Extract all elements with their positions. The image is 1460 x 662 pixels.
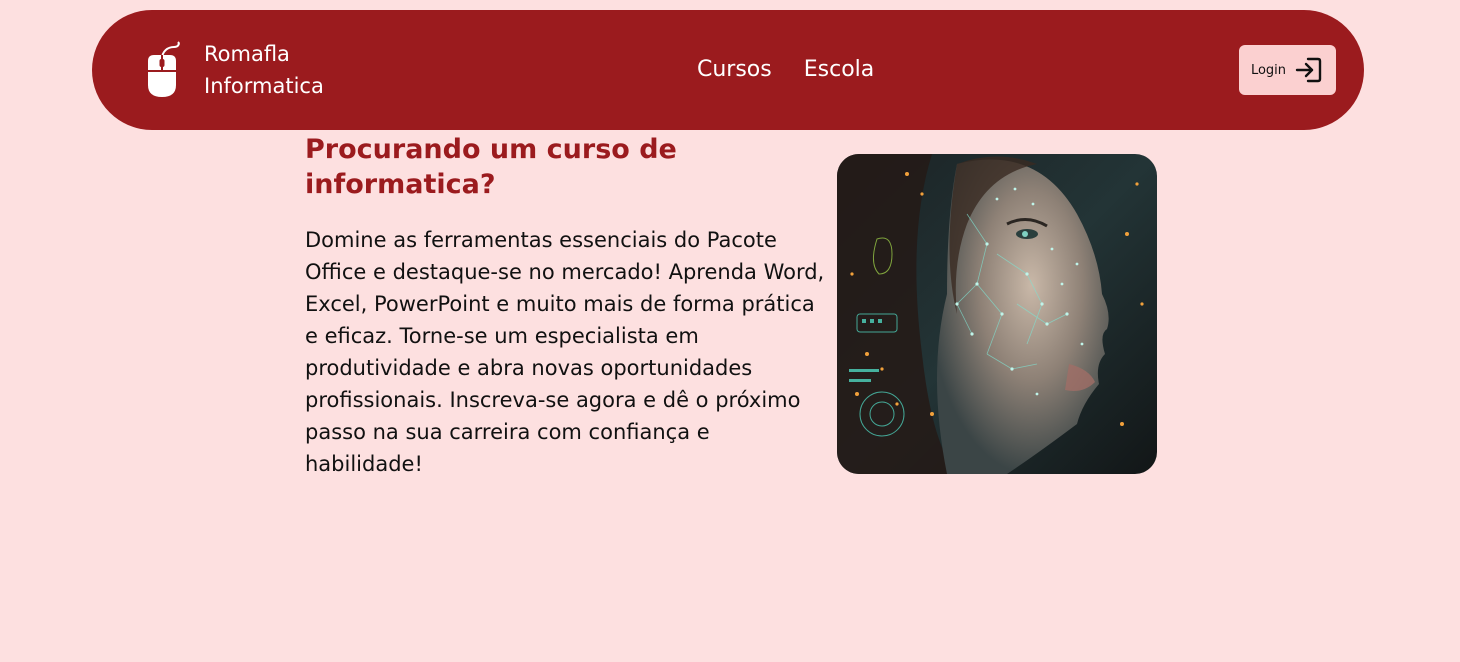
- login-button[interactable]: Login: [1239, 45, 1336, 95]
- computer-mouse-icon: [148, 41, 180, 97]
- login-label: Login: [1250, 62, 1287, 78]
- hero-image: [837, 154, 1157, 474]
- login-arrow-icon: [1295, 57, 1322, 83]
- main-nav: Cursos Escola: [697, 55, 874, 85]
- hero-title: Procurando um curso de informatica?: [305, 134, 677, 200]
- digital-face-illustration: [837, 154, 1157, 474]
- navbar: Romafla Informatica Cursos Escola Login: [92, 10, 1364, 130]
- brand-name: Romafla Informatica: [204, 42, 324, 98]
- nav-link-escola[interactable]: Escola: [804, 55, 875, 85]
- brand[interactable]: Romafla Informatica: [142, 38, 344, 102]
- nav-link-cursos[interactable]: Cursos: [697, 55, 772, 85]
- hero-description: Domine as ferramentas essenciais do Paco…: [305, 228, 825, 476]
